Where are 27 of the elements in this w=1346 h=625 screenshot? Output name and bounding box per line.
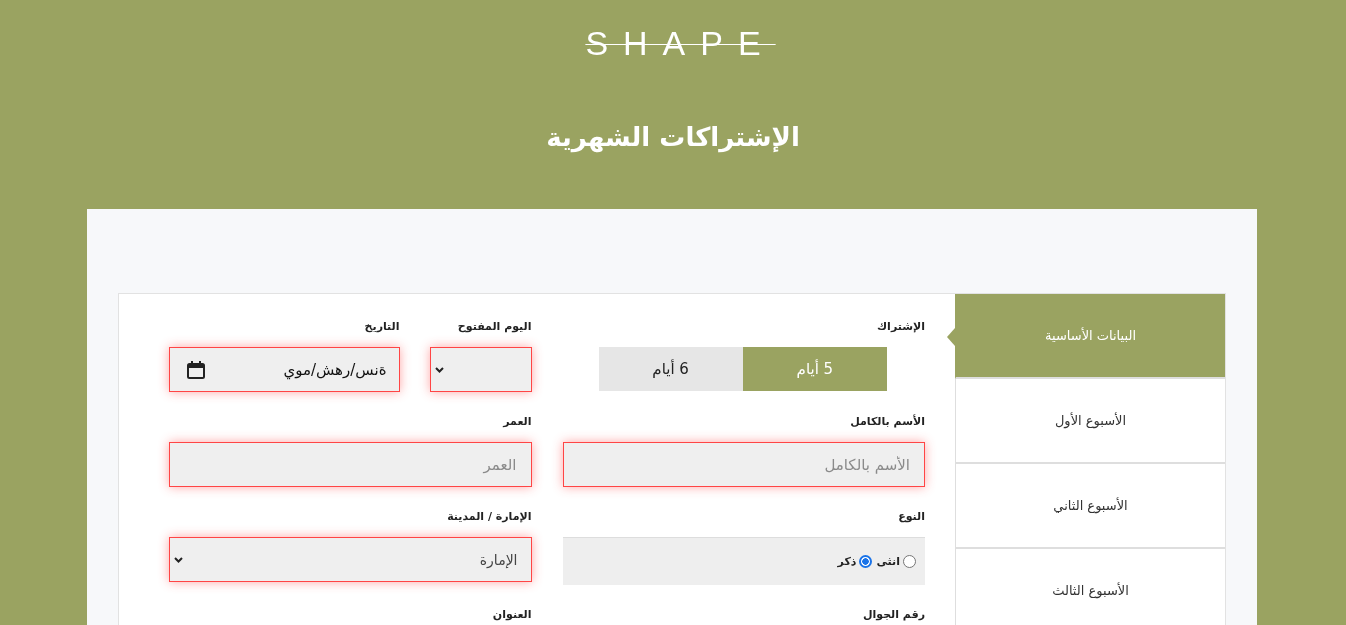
toggle-option[interactable]: 6 أيام (598, 347, 743, 391)
sidebar-tab[interactable]: الأسبوع الأول (955, 379, 1225, 464)
field-label: النوع (897, 510, 925, 524)
field-label: الإمارة / المدينة (446, 510, 532, 524)
text-field[interactable]: العمر (169, 442, 532, 487)
date-field[interactable]: ةنس/رهش/موي (169, 347, 400, 392)
field-label: اليوم المفتوح (456, 320, 532, 334)
field-label: رقم الجوال (861, 608, 925, 622)
radio-label: ذكر (837, 555, 857, 568)
radio-button[interactable] (903, 555, 916, 568)
caret-icon (434, 366, 444, 373)
text-field[interactable]: الأسم بالكامل (562, 442, 925, 487)
calendar-icon (187, 360, 205, 379)
logo-text: SHAPE (584, 25, 776, 61)
pointer-arrow-icon (947, 328, 955, 346)
field-label: الإشتراك (876, 320, 925, 334)
caret-icon (174, 556, 183, 563)
page-title: الإشتراكات الشهرية (546, 121, 800, 155)
radio-button[interactable] (859, 555, 873, 568)
dropdown[interactable]: الإمارة (169, 537, 532, 582)
field-label: التاريخ (363, 320, 400, 334)
field-label: الأسم بالكامل (849, 415, 925, 429)
dropdown[interactable] (429, 347, 532, 392)
radio-label: انثى (876, 555, 900, 568)
field-label: العنوان (491, 608, 532, 622)
sidebar-tab[interactable]: الأسبوع الثاني (955, 464, 1225, 549)
field-label: العمر (501, 415, 532, 429)
